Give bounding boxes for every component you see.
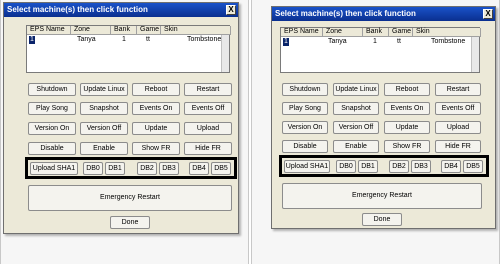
db1-button[interactable]: DB1	[105, 162, 125, 175]
cell-zone: Tanya	[328, 38, 347, 45]
machine-list[interactable]: EPS Name Zone Bank Game Skin 1 Tanya 1 t…	[280, 27, 481, 73]
show-fr-button[interactable]: Show FR	[384, 140, 430, 153]
done-button[interactable]: Done	[110, 216, 150, 229]
db4-button[interactable]: DB4	[189, 162, 209, 175]
close-button[interactable]: X	[226, 5, 236, 15]
cell-bank: 1	[373, 38, 377, 45]
snapshot-button[interactable]: Snapshot	[333, 102, 379, 115]
snapshot-button[interactable]: Snapshot	[80, 102, 128, 115]
dialog-titlebar: Select machine(s) then click function X	[272, 7, 495, 21]
column-zone[interactable]: Zone	[323, 28, 363, 37]
play-song-button[interactable]: Play Song	[282, 102, 328, 115]
column-game[interactable]: Game	[137, 26, 161, 35]
version-on-button[interactable]: Version On	[282, 121, 328, 134]
machine-list-header: EPS Name Zone Bank Game Skin	[27, 26, 231, 35]
upload-button[interactable]: Upload	[184, 122, 232, 135]
version-on-button[interactable]: Version On	[28, 122, 76, 135]
emergency-restart-button[interactable]: Emergency Restart	[282, 183, 482, 209]
emergency-restart-button[interactable]: Emergency Restart	[28, 185, 232, 211]
cell-eps-name: 1	[283, 38, 289, 46]
db0-button[interactable]: DB0	[336, 160, 356, 173]
update-button[interactable]: Update	[384, 121, 430, 134]
disable-button[interactable]: Disable	[28, 142, 76, 155]
shutdown-button[interactable]: Shutdown	[28, 83, 76, 96]
restart-button[interactable]: Restart	[184, 83, 232, 96]
dialog-titlebar: Select machine(s) then click function X	[4, 3, 238, 17]
show-fr-button[interactable]: Show FR	[132, 142, 180, 155]
right-screenshot-frame: Select machine(s) then click function X …	[251, 0, 500, 264]
column-skin[interactable]: Skin	[413, 28, 481, 37]
upload-sha1-button[interactable]: Upload SHA1	[30, 162, 78, 175]
cell-game: tt	[397, 38, 401, 45]
restart-button[interactable]: Restart	[435, 83, 481, 96]
column-eps-name[interactable]: EPS Name	[27, 26, 71, 35]
version-off-button[interactable]: Version Off	[80, 122, 128, 135]
enable-button[interactable]: Enable	[333, 140, 379, 153]
left-screenshot-frame: Select machine(s) then click function X …	[0, 0, 249, 264]
cell-eps-name: 1	[29, 36, 35, 44]
enable-button[interactable]: Enable	[80, 142, 128, 155]
db4-button[interactable]: DB4	[441, 160, 461, 173]
list-scrollbar[interactable]	[471, 37, 479, 72]
db3-button[interactable]: DB3	[159, 162, 179, 175]
function-dialog: Select machine(s) then click function X …	[271, 6, 496, 229]
hide-fr-button[interactable]: Hide FR	[184, 142, 232, 155]
db5-button[interactable]: DB5	[463, 160, 483, 173]
update-linux-button[interactable]: Update Linux	[333, 83, 379, 96]
close-button[interactable]: X	[483, 9, 493, 19]
list-scrollbar[interactable]	[221, 35, 229, 72]
cell-zone: Tanya	[77, 36, 96, 43]
column-zone[interactable]: Zone	[71, 26, 111, 35]
cell-bank: 1	[122, 36, 126, 43]
disable-button[interactable]: Disable	[282, 140, 328, 153]
done-button[interactable]: Done	[362, 213, 402, 226]
update-button[interactable]: Update	[132, 122, 180, 135]
db3-button[interactable]: DB3	[411, 160, 431, 173]
column-skin[interactable]: Skin	[161, 26, 231, 35]
reboot-button[interactable]: Reboot	[384, 83, 430, 96]
machine-list[interactable]: EPS Name Zone Bank Game Skin 1 Tanya 1 t…	[26, 25, 231, 73]
column-eps-name[interactable]: EPS Name	[281, 28, 323, 37]
column-bank[interactable]: Bank	[111, 26, 137, 35]
events-off-button[interactable]: Events Off	[435, 102, 481, 115]
version-off-button[interactable]: Version Off	[333, 121, 379, 134]
function-dialog: Select machine(s) then click function X …	[3, 2, 239, 234]
db5-button[interactable]: DB5	[211, 162, 231, 175]
machine-list-header: EPS Name Zone Bank Game Skin	[281, 28, 481, 37]
cell-skin: Tombstone	[431, 38, 466, 45]
events-on-button[interactable]: Events On	[384, 102, 430, 115]
db2-button[interactable]: DB2	[137, 162, 157, 175]
reboot-button[interactable]: Reboot	[132, 83, 180, 96]
db0-button[interactable]: DB0	[83, 162, 103, 175]
db2-button[interactable]: DB2	[389, 160, 409, 173]
events-on-button[interactable]: Events On	[132, 102, 180, 115]
cell-game: tt	[146, 36, 150, 43]
dialog-title: Select machine(s) then click function	[275, 9, 416, 18]
dialog-title: Select machine(s) then click function	[7, 5, 148, 14]
cell-skin: Tombstone	[187, 36, 222, 43]
column-bank[interactable]: Bank	[363, 28, 389, 37]
column-game[interactable]: Game	[389, 28, 413, 37]
play-song-button[interactable]: Play Song	[28, 102, 76, 115]
update-linux-button[interactable]: Update Linux	[80, 83, 128, 96]
shutdown-button[interactable]: Shutdown	[282, 83, 328, 96]
upload-button[interactable]: Upload	[435, 121, 481, 134]
events-off-button[interactable]: Events Off	[184, 102, 232, 115]
upload-sha1-button[interactable]: Upload SHA1	[284, 160, 330, 173]
hide-fr-button[interactable]: Hide FR	[435, 140, 481, 153]
db1-button[interactable]: DB1	[358, 160, 378, 173]
